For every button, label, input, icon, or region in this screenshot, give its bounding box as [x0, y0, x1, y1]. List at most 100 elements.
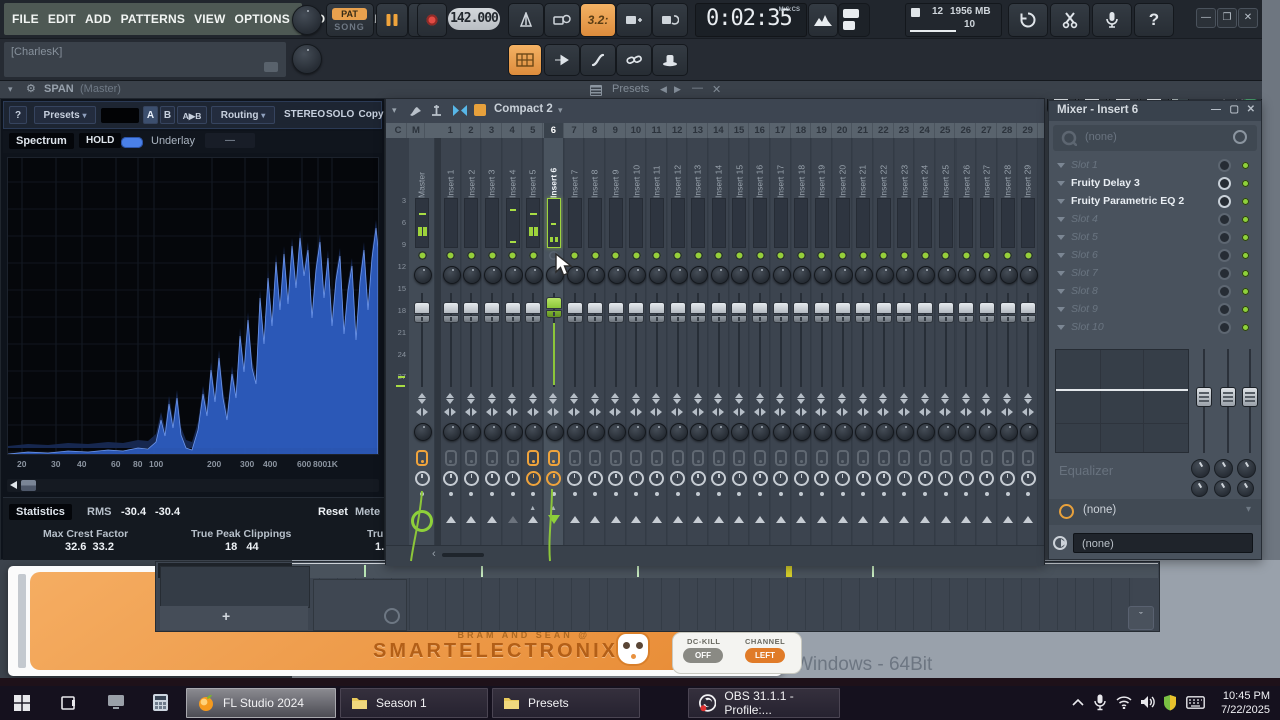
effect-slot-3[interactable]: Fruity Parametric EQ 2 [1053, 193, 1257, 211]
panel-maximize-icon[interactable]: ▢ [1230, 104, 1239, 115]
select-dot[interactable] [613, 492, 618, 496]
pan-knob[interactable] [978, 266, 997, 284]
mute-led[interactable] [817, 251, 827, 260]
fader-handle[interactable] [855, 302, 872, 325]
playlist-scroll-down-button[interactable]: ˇ [1128, 606, 1154, 630]
mixer-strip-2[interactable]: Insert 2 [461, 138, 482, 545]
fader-handle[interactable] [545, 297, 562, 320]
record-clock-icon[interactable] [1020, 471, 1036, 486]
fx-latch-icon[interactable] [960, 450, 973, 466]
record-clock-icon[interactable] [484, 471, 500, 486]
slot-caret-icon[interactable] [1057, 289, 1065, 294]
span-preset-name-box[interactable] [101, 108, 139, 123]
header-cell-c[interactable]: C [390, 123, 407, 138]
mixer-strip-22[interactable]: Insert 22 [874, 138, 894, 545]
statistics-tab[interactable]: Statistics [9, 504, 72, 520]
send-knob[interactable] [834, 423, 853, 441]
fx-latch-icon[interactable] [465, 450, 478, 466]
mute-led[interactable] [714, 251, 724, 260]
fx-latch-icon[interactable] [919, 450, 932, 466]
pan-knob[interactable] [875, 266, 894, 284]
header-cell-9[interactable]: 9 [606, 123, 626, 138]
span-ab-b-button[interactable]: B [160, 106, 175, 124]
select-dot[interactable] [469, 492, 474, 496]
pan-arrows-control[interactable] [833, 408, 852, 416]
select-dot[interactable] [510, 492, 515, 496]
menu-add[interactable]: ADD [85, 12, 112, 26]
taskbar-app-folder[interactable]: Presets [492, 688, 640, 718]
span-presets-button[interactable]: Presets ▾ [34, 106, 96, 124]
mixer-strip-29[interactable]: Insert 29 [1018, 138, 1039, 545]
fx-latch-icon[interactable] [836, 450, 849, 466]
span-solo-button[interactable]: SOLO [322, 106, 354, 124]
fader-handle[interactable] [772, 302, 789, 325]
select-dot[interactable] [420, 492, 424, 496]
mixer-strip-18[interactable]: Insert 18 [791, 138, 812, 545]
select-dot[interactable] [572, 492, 577, 496]
fader-handle[interactable] [834, 302, 851, 325]
fx-latch-icon[interactable] [898, 450, 911, 466]
mixer-strip-26[interactable]: Insert 26 [956, 138, 977, 545]
pan-knob[interactable] [690, 266, 709, 284]
ghost-close-icon[interactable]: ✕ [712, 83, 721, 96]
plugin-search-row[interactable]: (none) [1053, 125, 1257, 151]
pan-knob[interactable] [525, 266, 544, 284]
slot-enable-led[interactable] [1242, 252, 1249, 259]
time-display[interactable]: 0:02:35 M:S:CS [695, 3, 807, 37]
stereo-sep-control[interactable] [915, 393, 934, 404]
header-cell-11[interactable]: 11 [647, 123, 667, 138]
record-clock-icon[interactable] [414, 471, 430, 486]
pan-knob[interactable] [414, 266, 432, 284]
mute-led[interactable] [693, 251, 703, 260]
mute-led[interactable] [755, 251, 765, 260]
mixer-strip-9[interactable]: Insert 9 [605, 138, 626, 545]
stereo-sep-control[interactable] [957, 393, 976, 404]
tray-expand-icon[interactable] [1072, 698, 1084, 706]
pan-arrows-control[interactable] [771, 408, 790, 416]
header-cell-15[interactable]: 15 [730, 123, 750, 138]
select-dot[interactable] [778, 492, 783, 496]
slot-enable-led[interactable] [1242, 198, 1249, 205]
panel-minimize-icon[interactable]: — [1211, 104, 1221, 115]
ghost-prev-icon[interactable]: ◀ [660, 84, 667, 95]
pan-arrows-control[interactable] [998, 408, 1017, 416]
mixer-strip-14[interactable]: Insert 14 [709, 138, 729, 545]
effect-slot-6[interactable]: Slot 6 [1053, 247, 1257, 265]
route-arrow-icon[interactable] [528, 516, 539, 523]
track-send-row[interactable]: (none) ▾ [1049, 499, 1261, 525]
taskbar-app-obs[interactable]: OBS 31.1.1 - Profile:... [688, 688, 840, 718]
route-arrow-icon[interactable] [713, 516, 724, 523]
header-cell-26[interactable]: 26 [957, 123, 977, 138]
select-dot[interactable] [551, 492, 556, 496]
pan-knob[interactable] [566, 266, 585, 284]
pan-arrows-control[interactable] [977, 408, 996, 416]
menu-options[interactable]: OPTIONS [235, 12, 290, 26]
fader-handle[interactable] [978, 302, 995, 325]
stereo-sep-control[interactable] [565, 393, 584, 404]
header-cell-10[interactable]: 10 [627, 123, 647, 138]
slot-caret-icon[interactable] [1057, 325, 1065, 330]
select-dot[interactable] [799, 492, 804, 496]
tray-keyboard-icon[interactable] [1186, 696, 1205, 709]
header-cell-4[interactable]: 4 [503, 123, 523, 138]
route-arrow-icon[interactable] [961, 516, 972, 523]
mute-led[interactable] [487, 251, 497, 260]
tray-microphone-icon[interactable] [1094, 694, 1106, 711]
mixer-strip-24[interactable]: Insert 24 [915, 138, 936, 545]
span-ab-copy-button[interactable]: A▶B [177, 106, 207, 124]
mixer-strip-1[interactable]: Insert 1 [441, 138, 461, 545]
send-knob[interactable] [999, 423, 1018, 441]
fx-latch-icon[interactable] [444, 450, 457, 466]
eq-knob-2[interactable] [1214, 459, 1233, 478]
playlist-clip-panel[interactable] [160, 566, 310, 608]
effect-slot-9[interactable]: Slot 9 [1053, 301, 1257, 319]
slot-caret-icon[interactable] [1057, 181, 1065, 186]
slot-mix-knob[interactable] [1218, 303, 1231, 316]
route-arrow-icon[interactable] [610, 516, 621, 523]
mixer-strip-6[interactable]: Insert 6 ▲ [544, 138, 564, 545]
mixer-strip-15[interactable]: Insert 15 [729, 138, 750, 545]
header-cell-24[interactable]: 24 [915, 123, 935, 138]
pan-knob[interactable] [1020, 266, 1039, 284]
mute-led[interactable] [631, 251, 641, 260]
route-arrow-icon[interactable] [858, 516, 869, 523]
